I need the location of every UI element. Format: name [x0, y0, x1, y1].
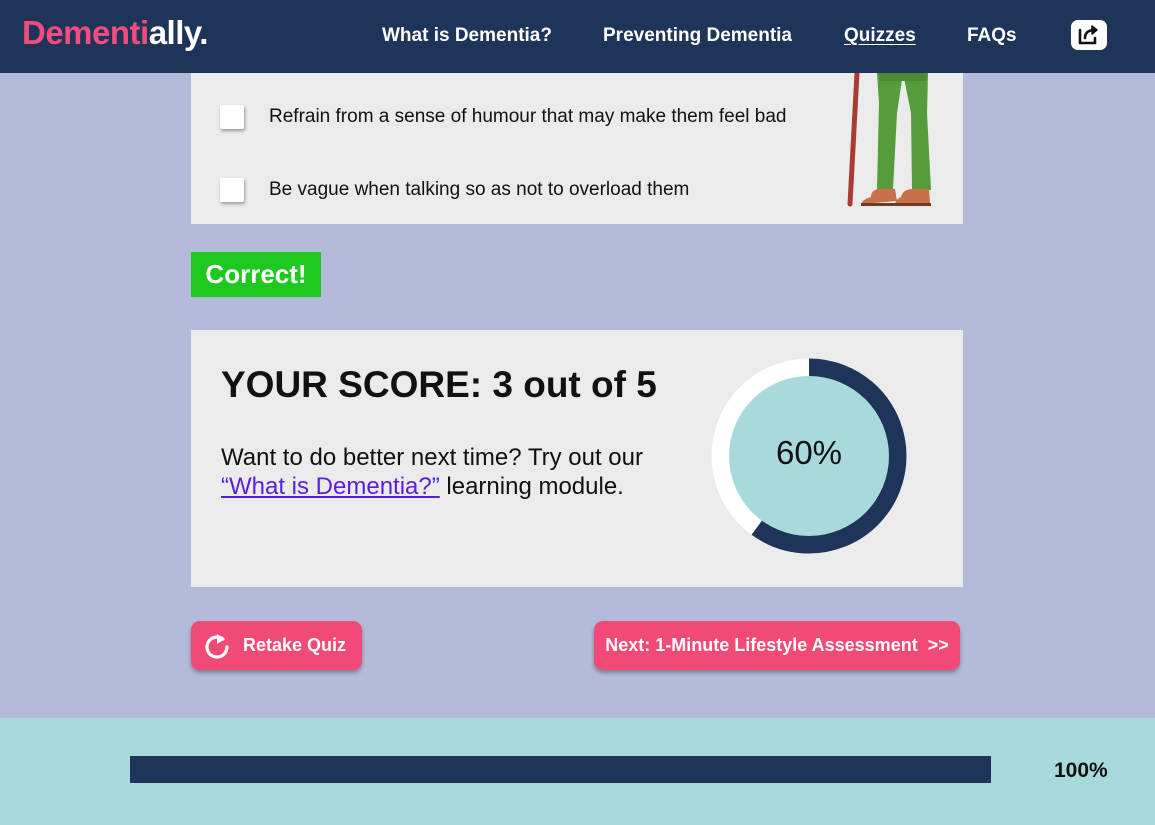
score-percent: 60%	[775, 434, 843, 471]
elderly-person-illustration	[847, 73, 931, 207]
share-button[interactable]	[1071, 20, 1107, 50]
nav-faqs[interactable]: FAQs	[967, 25, 1017, 47]
retake-quiz-label: Retake Quiz	[243, 635, 347, 655]
question-card: Refrain from a sense of humour that may …	[191, 73, 963, 224]
progress-bar-fill	[130, 756, 991, 783]
next-assessment-button[interactable]: Next: 1-Minute Lifestyle Assessment >>	[594, 621, 960, 670]
answer-option[interactable]: Refrain from a sense of humour that may …	[220, 105, 786, 129]
progress-percent: 100%	[1054, 759, 1108, 782]
footer-progress-area: 100%	[0, 718, 1155, 825]
answer-checkbox[interactable]	[220, 105, 244, 129]
answer-option-label: Be vague when talking so as not to overl…	[269, 179, 690, 200]
logo-part1: Dementi	[22, 14, 149, 51]
share-icon	[1078, 25, 1098, 45]
score-title: YOUR SCORE: 3 out of 5	[221, 364, 657, 405]
progress-bar	[130, 756, 991, 783]
nav-quizzes[interactable]: Quizzes	[844, 25, 916, 47]
retake-quiz-button[interactable]: Retake Quiz	[191, 621, 362, 670]
answer-option-label: Refrain from a sense of humour that may …	[269, 106, 787, 127]
nav-preventing-dementia[interactable]: Preventing Dementia	[603, 25, 792, 47]
logo-part2: ally.	[148, 14, 209, 51]
nav-what-is-dementia[interactable]: What is Dementia?	[382, 25, 552, 47]
next-assessment-label: Next: 1-Minute Lifestyle Assessment >>	[605, 635, 949, 655]
answer-option[interactable]: Be vague when talking so as not to overl…	[220, 178, 689, 202]
logo[interactable]: Dementially.	[22, 14, 208, 52]
score-message-text: Want to do better next time? Try out our	[221, 444, 643, 471]
top-nav-bar: Dementially. What is Dementia? Preventin…	[0, 0, 1155, 73]
refresh-icon	[205, 633, 229, 659]
correct-badge: Correct!	[191, 252, 321, 297]
answer-checkbox[interactable]	[220, 178, 244, 202]
score-card: YOUR SCORE: 3 out of 5 Want to do better…	[191, 330, 963, 587]
what-is-dementia-link[interactable]: “What is Dementia?”	[221, 473, 440, 500]
score-message-suffix: learning module.	[446, 473, 624, 500]
score-message: Want to do better next time? Try out our…	[221, 443, 681, 501]
